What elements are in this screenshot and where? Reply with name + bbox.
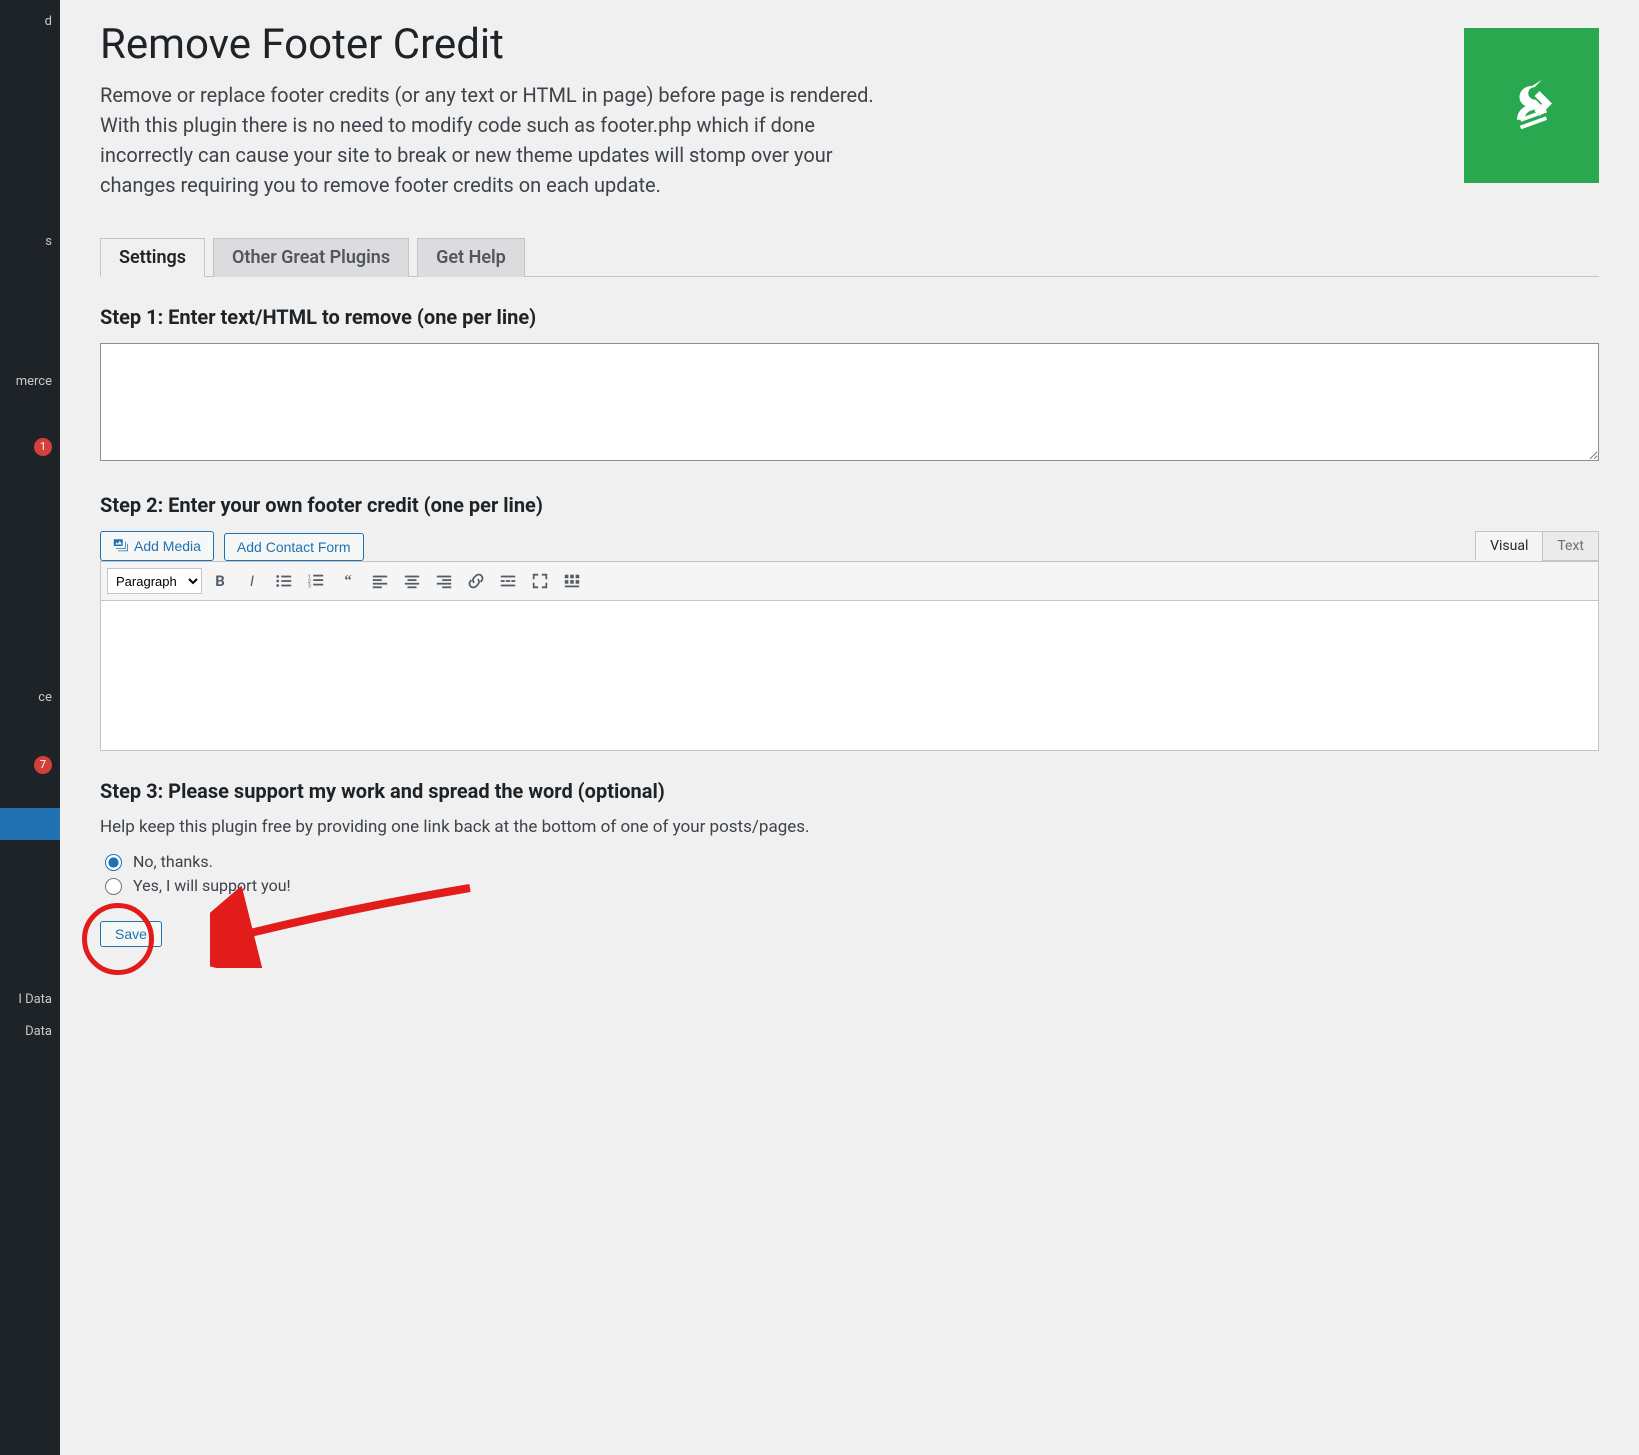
link-button[interactable] (462, 567, 490, 595)
fullscreen-button[interactable] (526, 567, 554, 595)
step1-label: Step 1: Enter text/HTML to remove (one p… (100, 305, 1599, 329)
support-radio-no[interactable] (105, 854, 122, 871)
support-option-yes[interactable]: Yes, I will support you! (100, 875, 1599, 895)
admin-content: Remove Footer Credit Remove or replace f… (60, 0, 1639, 1455)
support-radio-yes-label: Yes, I will support you! (133, 876, 291, 895)
tab-get-help[interactable]: Get Help (417, 238, 525, 277)
editor-tab-visual[interactable]: Visual (1475, 531, 1543, 561)
support-radio-yes[interactable] (105, 878, 122, 895)
sidebar-cut-text: d (45, 14, 52, 29)
sidebar-cut-text: Data (25, 1024, 52, 1039)
footer-credit-editor[interactable] (100, 601, 1599, 751)
media-icon (113, 537, 128, 555)
sidebar-cut-text: s (45, 234, 52, 249)
page-description: Remove or replace footer credits (or any… (100, 80, 890, 200)
blockquote-button[interactable]: “ (334, 567, 362, 595)
remove-text-input[interactable] (100, 343, 1599, 461)
tab-settings[interactable]: Settings (100, 238, 205, 277)
save-button[interactable]: Save (100, 921, 162, 947)
sidebar-cut-text: ce (38, 690, 52, 705)
toolbar-toggle-button[interactable] (558, 567, 586, 595)
bulleted-list-button[interactable] (270, 567, 298, 595)
plugin-logo (1464, 28, 1599, 183)
paragraph-select[interactable]: Paragraph (107, 568, 202, 594)
support-option-no[interactable]: No, thanks. (100, 851, 1599, 871)
step3-label: Step 3: Please support my work and sprea… (100, 779, 1599, 803)
align-right-button[interactable] (430, 567, 458, 595)
italic-button[interactable]: I (238, 567, 266, 595)
add-media-button[interactable]: Add Media (100, 531, 214, 561)
add-contact-form-button[interactable]: Add Contact Form (224, 533, 364, 561)
bold-button[interactable]: B (206, 567, 234, 595)
nav-tabs: Settings Other Great Plugins Get Help (100, 230, 1599, 277)
add-media-label: Add Media (134, 538, 201, 554)
step2-label: Step 2: Enter your own footer credit (on… (100, 493, 1599, 517)
tab-other-great-plugins[interactable]: Other Great Plugins (213, 238, 409, 277)
sidebar-badge: 7 (34, 756, 52, 774)
admin-sidebar: d s merce 1 ce 7 I Data Data (0, 0, 60, 1455)
sidebar-cut-text: merce (16, 374, 52, 389)
editor-toolbar: Paragraph B I 123 “ (100, 561, 1599, 601)
svg-text:3: 3 (308, 584, 311, 590)
support-radio-no-label: No, thanks. (133, 852, 213, 871)
read-more-button[interactable] (494, 567, 522, 595)
sidebar-current-arrow (0, 808, 60, 840)
numbered-list-button[interactable]: 123 (302, 567, 330, 595)
sidebar-badge: 1 (34, 438, 52, 456)
add-contact-form-label: Add Contact Form (237, 539, 351, 555)
align-left-button[interactable] (366, 567, 394, 595)
editor-tab-text[interactable]: Text (1542, 531, 1599, 561)
step3-help-text: Help keep this plugin free by providing … (100, 817, 1599, 837)
align-center-button[interactable] (398, 567, 426, 595)
editor-mode-tabs: Visual Text (1476, 531, 1599, 561)
sidebar-cut-text: I Data (18, 992, 52, 1007)
page-title: Remove Footer Credit (100, 20, 1599, 70)
